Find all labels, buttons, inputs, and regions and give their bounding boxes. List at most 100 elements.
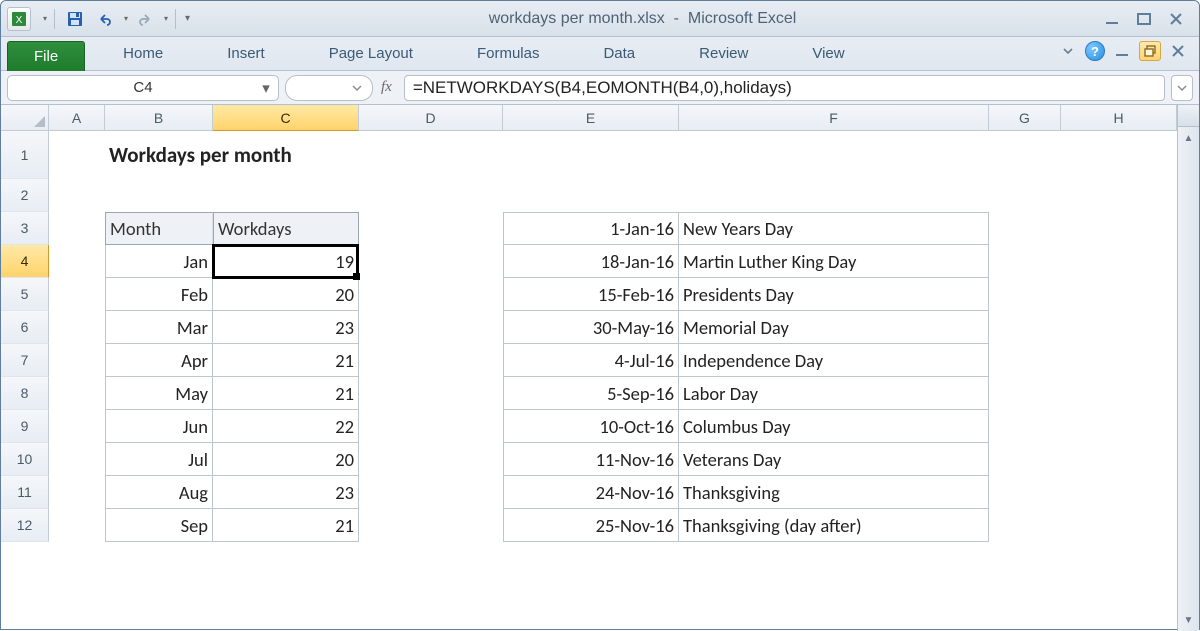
redo-history-dropdown-icon[interactable]: ▾ bbox=[162, 14, 168, 23]
workbook-restore-button[interactable] bbox=[1139, 41, 1161, 61]
tab-review[interactable]: Review bbox=[689, 39, 758, 70]
col-header-H[interactable]: H bbox=[1061, 105, 1177, 131]
col-header-C[interactable]: C bbox=[213, 105, 359, 131]
tab-page-layout[interactable]: Page Layout bbox=[319, 39, 423, 70]
row-header-12[interactable]: 12 bbox=[1, 509, 49, 542]
tab-formulas[interactable]: Formulas bbox=[467, 39, 550, 70]
fx-icon[interactable]: fx bbox=[381, 79, 392, 96]
cell-B7[interactable]: Apr bbox=[105, 344, 213, 377]
vertical-scrollbar[interactable]: ▲ ▼ bbox=[1177, 105, 1199, 631]
close-button[interactable] bbox=[1165, 10, 1187, 28]
cell-C12[interactable]: 21 bbox=[213, 509, 359, 542]
cell-D5[interactable] bbox=[359, 278, 503, 311]
row-header-11[interactable]: 11 bbox=[1, 476, 49, 509]
name-box-dropdown-icon[interactable]: ▾ bbox=[256, 78, 276, 98]
redo-button[interactable] bbox=[132, 7, 158, 31]
cell-A7[interactable] bbox=[49, 344, 105, 377]
tab-data[interactable]: Data bbox=[593, 39, 645, 70]
row-header-6[interactable]: 6 bbox=[1, 311, 49, 344]
tab-home[interactable]: Home bbox=[113, 39, 173, 70]
row-header-4[interactable]: 4 bbox=[1, 245, 49, 278]
save-button[interactable] bbox=[62, 7, 88, 31]
cell-F4[interactable]: Martin Luther King Day bbox=[679, 245, 989, 278]
cell-D9[interactable] bbox=[359, 410, 503, 443]
cell-E4[interactable]: 18-Jan-16 bbox=[503, 245, 679, 278]
row-header-5[interactable]: 5 bbox=[1, 278, 49, 311]
tab-file[interactable]: File bbox=[7, 41, 85, 71]
row-2-blank[interactable] bbox=[49, 179, 1129, 212]
cell-A11[interactable] bbox=[49, 476, 105, 509]
cell-B12[interactable]: Sep bbox=[105, 509, 213, 542]
col-header-G[interactable]: G bbox=[989, 105, 1061, 131]
cell-D10[interactable] bbox=[359, 443, 503, 476]
row-header-9[interactable]: 9 bbox=[1, 410, 49, 443]
cell-B11[interactable]: Aug bbox=[105, 476, 213, 509]
col-header-B[interactable]: B bbox=[105, 105, 213, 131]
cell-D4[interactable] bbox=[359, 245, 503, 278]
row-header-8[interactable]: 8 bbox=[1, 377, 49, 410]
split-handle[interactable] bbox=[1178, 105, 1199, 127]
col-header-D[interactable]: D bbox=[359, 105, 503, 131]
expand-formula-bar-icon[interactable] bbox=[1171, 75, 1193, 101]
scroll-down-icon[interactable]: ▼ bbox=[1178, 609, 1199, 631]
cell-F10[interactable]: Veterans Day bbox=[679, 443, 989, 476]
cell-F5[interactable]: Presidents Day bbox=[679, 278, 989, 311]
cell-F12[interactable]: Thanksgiving (day after) bbox=[679, 509, 989, 542]
cell-B9[interactable]: Jun bbox=[105, 410, 213, 443]
customize-qat-dropdown-icon[interactable]: ▾ bbox=[183, 13, 190, 24]
cell-C11[interactable]: 23 bbox=[213, 476, 359, 509]
undo-button[interactable] bbox=[92, 7, 118, 31]
workbook-minimize-button[interactable] bbox=[1111, 41, 1133, 61]
formula-input[interactable]: =NETWORKDAYS(B4,EOMONTH(B4,0),holidays) bbox=[404, 75, 1165, 101]
cell-F9[interactable]: Columbus Day bbox=[679, 410, 989, 443]
cell-E11[interactable]: 24-Nov-16 bbox=[503, 476, 679, 509]
name-list-dropdown-icon[interactable] bbox=[352, 83, 362, 93]
cell-A5[interactable] bbox=[49, 278, 105, 311]
cell-E7[interactable]: 4-Jul-16 bbox=[503, 344, 679, 377]
cell-F6[interactable]: Memorial Day bbox=[679, 311, 989, 344]
cell-F7[interactable]: Independence Day bbox=[679, 344, 989, 377]
cell-C7[interactable]: 21 bbox=[213, 344, 359, 377]
cell-E12[interactable]: 25-Nov-16 bbox=[503, 509, 679, 542]
cell-B4[interactable]: Jan bbox=[105, 245, 213, 278]
row-header-2[interactable]: 2 bbox=[1, 179, 49, 212]
cell-F3[interactable]: New Years Day bbox=[679, 212, 989, 245]
row-header-10[interactable]: 10 bbox=[1, 443, 49, 476]
undo-history-dropdown-icon[interactable]: ▾ bbox=[122, 14, 128, 23]
cell-E10[interactable]: 11-Nov-16 bbox=[503, 443, 679, 476]
cell-B10[interactable]: Jul bbox=[105, 443, 213, 476]
tab-insert[interactable]: Insert bbox=[217, 39, 275, 70]
cell-A3[interactable] bbox=[49, 212, 105, 245]
name-box[interactable]: C4 ▾ bbox=[7, 75, 279, 101]
cell-A4[interactable] bbox=[49, 245, 105, 278]
cell-B8[interactable]: May bbox=[105, 377, 213, 410]
cell-E9[interactable]: 10-Oct-16 bbox=[503, 410, 679, 443]
cell-C6[interactable]: 23 bbox=[213, 311, 359, 344]
workbook-close-button[interactable] bbox=[1167, 41, 1189, 61]
row-header-7[interactable]: 7 bbox=[1, 344, 49, 377]
cell-D3[interactable] bbox=[359, 212, 503, 245]
cell-A6[interactable] bbox=[49, 311, 105, 344]
cell-D12[interactable] bbox=[359, 509, 503, 542]
cell-D8[interactable] bbox=[359, 377, 503, 410]
cell-E6[interactable]: 30-May-16 bbox=[503, 311, 679, 344]
row-header-3[interactable]: 3 bbox=[1, 212, 49, 245]
minimize-button[interactable] bbox=[1101, 10, 1123, 28]
cell-C4[interactable]: 19 bbox=[213, 245, 359, 278]
col-header-F[interactable]: F bbox=[679, 105, 989, 131]
cell-C9[interactable]: 22 bbox=[213, 410, 359, 443]
cell-B3[interactable]: Month bbox=[105, 212, 213, 245]
cell-E8[interactable]: 5-Sep-16 bbox=[503, 377, 679, 410]
select-all-corner[interactable] bbox=[1, 105, 49, 131]
cell-C10[interactable]: 20 bbox=[213, 443, 359, 476]
cell-D6[interactable] bbox=[359, 311, 503, 344]
function-buttons[interactable] bbox=[285, 75, 373, 101]
help-button[interactable]: ? bbox=[1085, 41, 1105, 61]
cell-C8[interactable]: 21 bbox=[213, 377, 359, 410]
maximize-button[interactable] bbox=[1133, 10, 1155, 28]
col-header-E[interactable]: E bbox=[503, 105, 679, 131]
cell-D11[interactable] bbox=[359, 476, 503, 509]
cell-E3[interactable]: 1-Jan-16 bbox=[503, 212, 679, 245]
cell-A1[interactable] bbox=[49, 131, 105, 179]
tab-view[interactable]: View bbox=[802, 39, 854, 70]
